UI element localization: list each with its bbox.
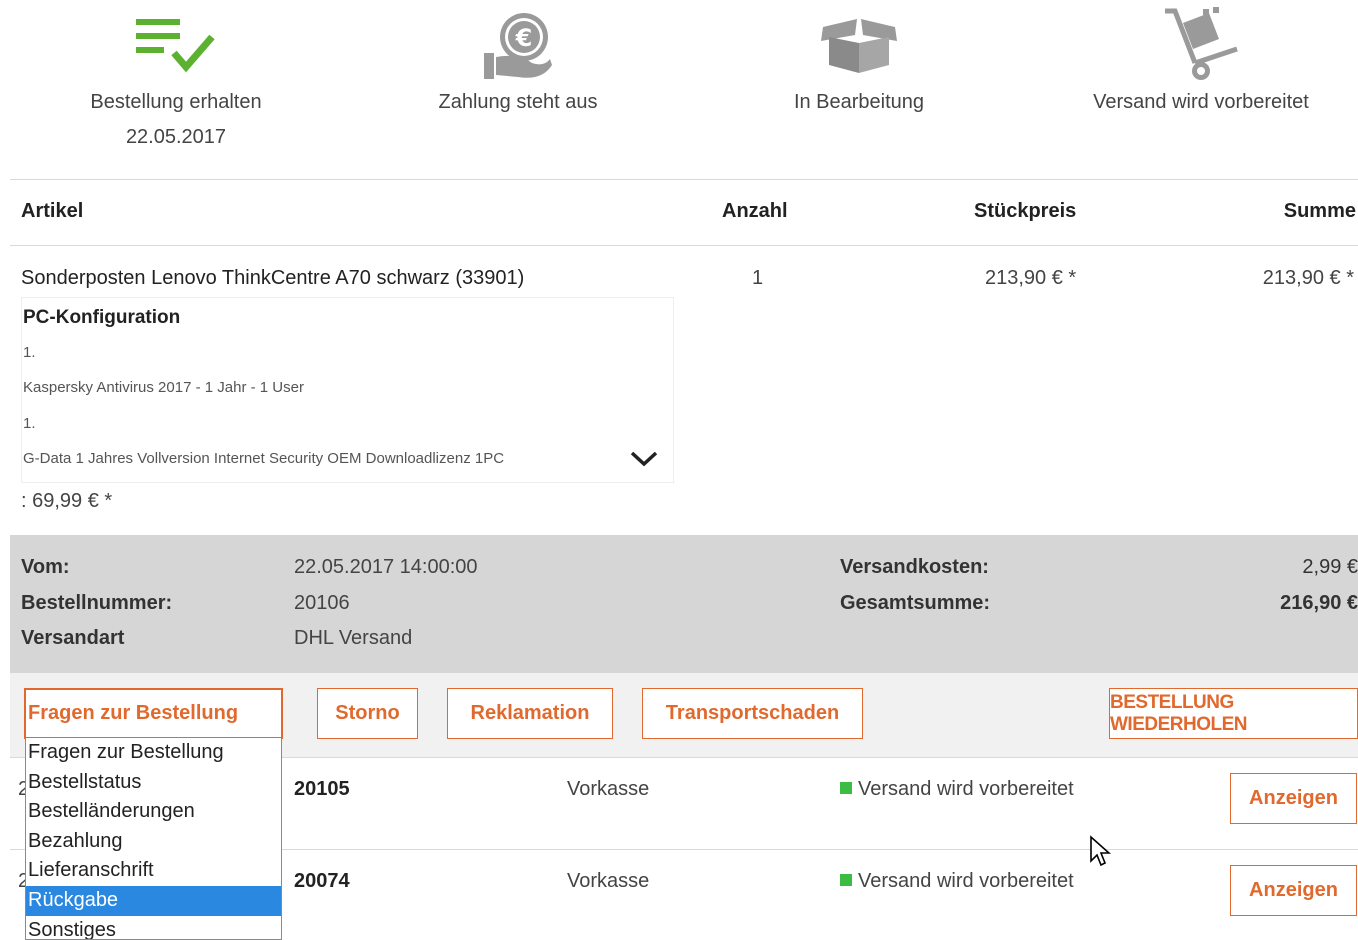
dropdown-option[interactable]: Fragen zur Bestellung — [26, 738, 281, 768]
order-summary: Vom: 22.05.2017 14:00:00 Bestellnummer: … — [10, 535, 1358, 673]
configuration-line: 1. — [23, 415, 36, 432]
date-label: Vom: — [21, 556, 70, 578]
status-step-payment: € Zahlung steht aus — [388, 0, 648, 114]
chevron-down-icon[interactable] — [629, 448, 659, 468]
divider — [10, 245, 1358, 246]
status-indicator-icon — [840, 782, 852, 794]
question-dropdown-list[interactable]: Fragen zur Bestellung Bestellstatus Best… — [25, 738, 282, 940]
col-header-anzahl: Anzahl — [722, 200, 788, 222]
status-step-shipping: Versand wird vorbereitet — [1071, 0, 1331, 114]
step-label: Bestellung erhalten — [90, 91, 262, 113]
order-number-label: Bestellnummer: — [21, 592, 173, 614]
configuration-title: PC-Konfiguration — [23, 307, 181, 328]
dropdown-option-selected[interactable]: Rückgabe — [26, 885, 281, 916]
step-label: In Bearbeitung — [793, 91, 925, 113]
shipping-method-value: DHL Versand — [294, 627, 413, 649]
dropdown-option[interactable]: Sonstiges — [26, 916, 281, 939]
transportschaden-button[interactable]: Transportschaden — [642, 688, 863, 739]
order-number: 20105 — [294, 778, 350, 800]
configuration-line: G-Data 1 Jahres Vollversion Internet Sec… — [23, 450, 505, 467]
configuration-line: Kaspersky Antivirus 2017 - 1 Jahr - 1 Us… — [23, 379, 304, 396]
date-value: 22.05.2017 14:00:00 — [294, 556, 478, 578]
product-name[interactable]: Sonderposten Lenovo ThinkCentre A70 schw… — [21, 267, 524, 290]
divider — [10, 179, 1358, 180]
order-status-text: Versand wird vorbereitet — [858, 778, 1074, 800]
step-label: Versand wird vorbereitet — [1093, 91, 1309, 113]
dropdown-option[interactable]: Bestellstatus — [26, 768, 281, 798]
order-payment: Vorkasse — [567, 870, 650, 892]
dropdown-option[interactable]: Bestelländerungen — [26, 797, 281, 827]
order-number: 20074 — [294, 870, 350, 892]
hand-truck-icon — [1071, 0, 1331, 90]
total-label: Gesamtsumme: — [840, 592, 991, 614]
pc-configuration-box: PC-Konfiguration 1. Kaspersky Antivirus … — [21, 297, 674, 483]
col-header-stueckpreis: Stückpreis — [974, 200, 1077, 222]
order-status-text: Versand wird vorbereitet — [858, 870, 1074, 892]
col-header-artikel: Artikel — [21, 200, 84, 222]
svg-text:€: € — [515, 24, 533, 52]
product-total: 213,90 € * — [1262, 267, 1354, 289]
col-header-summe: Summe — [1283, 200, 1356, 222]
order-status: Versand wird vorbereitet — [840, 870, 1074, 893]
status-indicator-icon — [840, 874, 852, 886]
status-step-processing: In Bearbeitung — [729, 0, 989, 114]
mouse-cursor-icon — [1089, 835, 1112, 872]
order-number-value: 20106 — [294, 592, 350, 614]
order-payment: Vorkasse — [567, 778, 650, 800]
dropdown-option[interactable]: Lieferanschrift — [26, 856, 281, 886]
shipping-cost-label: Versandkosten: — [840, 556, 989, 578]
storno-button[interactable]: Storno — [317, 688, 418, 739]
step-label: Zahlung steht aus — [438, 91, 598, 113]
configuration-price: : 69,99 € * — [21, 490, 113, 512]
shipping-cost-value: 2,99 € — [1302, 556, 1358, 578]
configuration-line: 1. — [23, 344, 36, 361]
total-value: 216,90 € — [1280, 592, 1358, 614]
step-date: 22.05.2017 — [125, 126, 227, 148]
shipping-method-label: Versandart — [21, 627, 125, 649]
open-box-icon — [729, 0, 989, 90]
reklamation-button[interactable]: Reklamation — [447, 688, 613, 739]
question-select[interactable]: Fragen zur Bestellung — [24, 688, 283, 739]
repeat-order-button[interactable]: BESTELLUNG WIEDERHOLEN — [1109, 688, 1358, 739]
product-quantity: 1 — [752, 267, 764, 289]
dropdown-option[interactable]: Bezahlung — [26, 827, 281, 857]
show-order-button[interactable]: Anzeigen — [1230, 865, 1357, 916]
show-order-button[interactable]: Anzeigen — [1230, 773, 1357, 824]
product-unit-price: 213,90 € * — [985, 267, 1077, 289]
status-step-received: Bestellung erhalten 22.05.2017 — [46, 0, 306, 149]
order-status: Versand wird vorbereitet — [840, 778, 1074, 801]
euro-payment-icon: € — [388, 0, 648, 90]
checklist-icon — [46, 0, 306, 90]
